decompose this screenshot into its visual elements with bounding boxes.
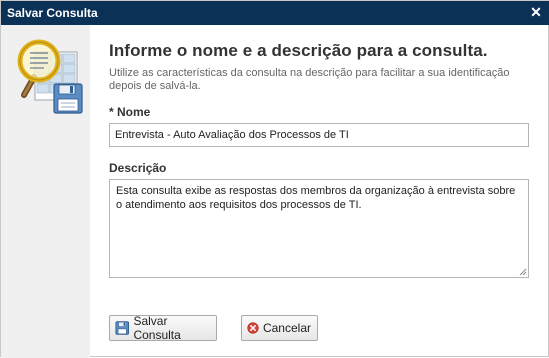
- floppy-disk-icon: [115, 321, 130, 335]
- description-field[interactable]: Esta consulta exibe as respostas dos mem…: [109, 179, 529, 278]
- form-hint: Utilize as características da consulta n…: [109, 67, 510, 92]
- magnifier-table-floppy-icon: [17, 39, 83, 114]
- form-heading: Informe o nome e a descrição para a cons…: [109, 41, 488, 60]
- cancel-icon: [247, 322, 259, 334]
- cancel-button[interactable]: Cancelar: [241, 315, 318, 341]
- name-label: * Nome: [109, 105, 151, 119]
- close-icon[interactable]: ✕: [529, 4, 543, 20]
- save-query-dialog: Salvar Consulta ✕ Informe o nome e a des…: [0, 0, 549, 358]
- description-label: Descrição: [109, 161, 167, 175]
- save-query-button[interactable]: Salvar Consulta: [109, 314, 217, 342]
- dialog-sidebar: [1, 25, 90, 358]
- dialog-titlebar: Salvar Consulta ✕: [1, 1, 549, 25]
- resize-grip-icon[interactable]: [519, 268, 527, 276]
- save-query-button-label: Salvar Consulta: [133, 314, 181, 342]
- dialog-title: Salvar Consulta: [7, 6, 98, 20]
- name-field[interactable]: Entrevista - Auto Avaliação dos Processo…: [109, 123, 529, 147]
- cancel-button-label: Cancelar: [262, 321, 311, 335]
